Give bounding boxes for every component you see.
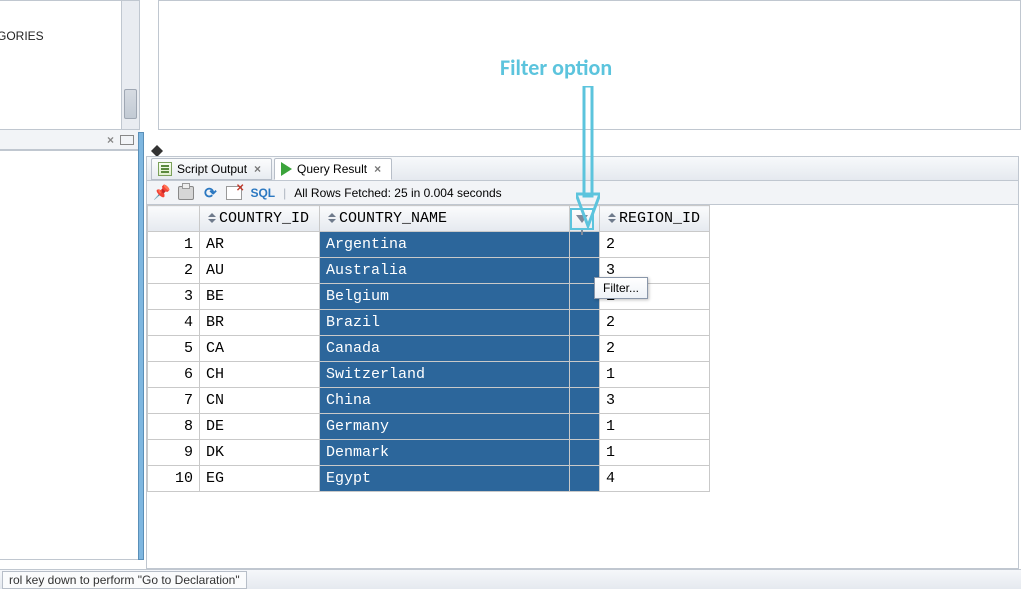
cell-region-id[interactable]: 1 <box>600 414 710 440</box>
panel-controls: × <box>0 130 140 150</box>
sort-icon[interactable] <box>326 213 336 223</box>
row-number: 4 <box>148 310 200 336</box>
close-icon[interactable]: × <box>372 162 383 176</box>
cell-region-id[interactable]: 2 <box>600 310 710 336</box>
filter-button[interactable] <box>570 208 594 230</box>
row-number: 9 <box>148 440 200 466</box>
cell-filter-spacer <box>570 232 600 258</box>
tab-script-output[interactable]: Script Output × <box>151 158 272 180</box>
cell-filter-spacer <box>570 388 600 414</box>
cell-country-name[interactable]: Switzerland <box>320 362 570 388</box>
cell-country-name[interactable]: Australia <box>320 258 570 284</box>
table-row[interactable]: 8DEGermany 1 <box>148 414 710 440</box>
cell-country-name[interactable]: Belgium <box>320 284 570 310</box>
cell-country-id[interactable]: AU <box>200 258 320 284</box>
header-row: COUNTRY_ID COUNTRY_NAME REGION_ID <box>148 206 710 232</box>
tab-query-result[interactable]: Query Result × <box>274 158 392 180</box>
refresh-icon[interactable]: ⟳ <box>202 185 218 201</box>
result-grid[interactable]: COUNTRY_ID COUNTRY_NAME REGION_ID 1ARArg… <box>147 205 1018 568</box>
status-hint: rol key down to perform "Go to Declarati… <box>2 571 247 589</box>
cell-country-id[interactable]: CH <box>200 362 320 388</box>
sql-button[interactable]: SQL <box>250 186 275 200</box>
object-tree-panel: GORIES <box>0 0 140 130</box>
cell-country-id[interactable]: DE <box>200 414 320 440</box>
row-number: 10 <box>148 466 200 492</box>
scrollbar-thumb[interactable] <box>124 89 137 119</box>
fetch-status: All Rows Fetched: 25 in 0.004 seconds <box>294 186 501 200</box>
sort-icon[interactable] <box>206 213 216 223</box>
cell-region-id[interactable]: 4 <box>600 466 710 492</box>
cell-filter-spacer <box>570 336 600 362</box>
pin-icon[interactable]: 📌 <box>153 184 170 201</box>
close-icon[interactable]: × <box>252 162 263 176</box>
dock-icon[interactable] <box>120 135 134 145</box>
separator: | <box>283 186 286 200</box>
scrollbar[interactable] <box>121 1 139 129</box>
cell-filter-spacer <box>570 414 600 440</box>
table-row[interactable]: 7CNChina 3 <box>148 388 710 414</box>
cell-country-id[interactable]: EG <box>200 466 320 492</box>
cell-country-name[interactable]: Brazil <box>320 310 570 336</box>
table-row[interactable]: 9DKDenmark 1 <box>148 440 710 466</box>
cell-filter-spacer <box>570 440 600 466</box>
column-header-country-name[interactable]: COUNTRY_NAME <box>320 206 570 232</box>
cell-region-id[interactable]: 2 <box>600 232 710 258</box>
play-icon <box>281 162 292 176</box>
row-number: 7 <box>148 388 200 414</box>
table-row[interactable]: 1ARArgentina 2 <box>148 232 710 258</box>
column-header-region-id[interactable]: REGION_ID <box>600 206 710 232</box>
table-row[interactable]: 10EGEgypt 4 <box>148 466 710 492</box>
annotation-label: Filter option <box>500 54 612 81</box>
cell-country-name[interactable]: Germany <box>320 414 570 440</box>
row-number: 3 <box>148 284 200 310</box>
cell-country-id[interactable]: BE <box>200 284 320 310</box>
status-bar: rol key down to perform "Go to Declarati… <box>0 569 1021 589</box>
cell-country-name[interactable]: China <box>320 388 570 414</box>
filter-icon <box>576 215 588 223</box>
cell-filter-spacer <box>570 310 600 336</box>
row-number: 6 <box>148 362 200 388</box>
secondary-panel <box>0 150 140 560</box>
cell-region-id[interactable]: 3 <box>600 388 710 414</box>
script-icon <box>158 162 172 176</box>
tab-label: Query Result <box>297 162 367 176</box>
results-panel: Script Output × Query Result × 📌 ⟳ SQL |… <box>146 156 1019 569</box>
cell-country-id[interactable]: DK <box>200 440 320 466</box>
tree-item-categories[interactable]: GORIES <box>0 29 46 43</box>
result-tabs: Script Output × Query Result × <box>147 157 1018 181</box>
cell-country-name[interactable]: Canada <box>320 336 570 362</box>
filter-header[interactable] <box>570 206 600 232</box>
cell-country-id[interactable]: CA <box>200 336 320 362</box>
table-row[interactable]: 6CHSwitzerland 1 <box>148 362 710 388</box>
print-icon[interactable] <box>178 186 194 200</box>
filter-tooltip: Filter... <box>594 277 648 299</box>
close-icon[interactable]: × <box>107 133 114 147</box>
cell-country-id[interactable]: AR <box>200 232 320 258</box>
cell-country-name[interactable]: Egypt <box>320 466 570 492</box>
row-number: 8 <box>148 414 200 440</box>
cell-filter-spacer <box>570 362 600 388</box>
sort-icon[interactable] <box>606 213 616 223</box>
row-number: 5 <box>148 336 200 362</box>
table-row[interactable]: 5CACanada 2 <box>148 336 710 362</box>
column-header-country-id[interactable]: COUNTRY_ID <box>200 206 320 232</box>
cell-country-name[interactable]: Denmark <box>320 440 570 466</box>
row-number: 2 <box>148 258 200 284</box>
cell-country-name[interactable]: Argentina <box>320 232 570 258</box>
cell-filter-spacer <box>570 466 600 492</box>
cell-country-id[interactable]: BR <box>200 310 320 336</box>
clear-icon[interactable] <box>226 186 242 200</box>
cell-region-id[interactable]: 2 <box>600 336 710 362</box>
row-number-header[interactable] <box>148 206 200 232</box>
table-row[interactable]: 4BRBrazil 2 <box>148 310 710 336</box>
cell-region-id[interactable]: 1 <box>600 362 710 388</box>
tab-label: Script Output <box>177 162 247 176</box>
row-number: 1 <box>148 232 200 258</box>
results-toolbar: 📌 ⟳ SQL | All Rows Fetched: 25 in 0.004 … <box>147 181 1018 205</box>
cell-region-id[interactable]: 1 <box>600 440 710 466</box>
panel-splitter[interactable] <box>138 132 144 560</box>
cell-country-id[interactable]: CN <box>200 388 320 414</box>
